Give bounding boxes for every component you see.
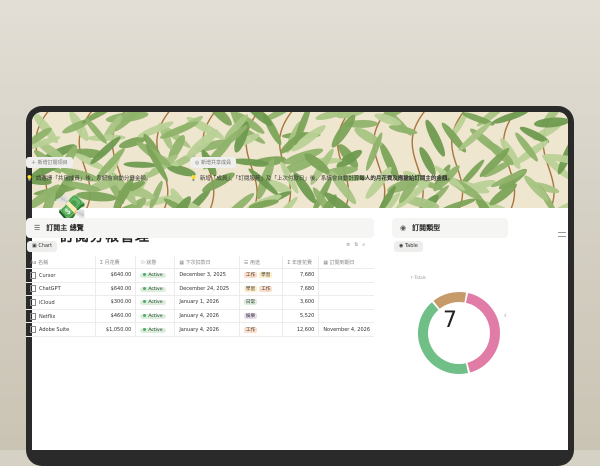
cell-monthly: $1,050.00 xyxy=(95,322,137,337)
section-title: 訂閱主 總覽 xyxy=(46,224,84,232)
cell-purpose: 學習 工作 xyxy=(239,282,284,297)
add-subscription-button[interactable]: ＋ 新增訂閱項目 xyxy=(26,157,73,168)
cell-monthly: $640.00 xyxy=(95,282,137,297)
list-icon: ☰ xyxy=(34,224,41,232)
cell-monthly: $640.00 xyxy=(95,268,137,283)
cell-yearly: 7,680 xyxy=(282,268,320,283)
table-header-row: Aa 名稱 Σ 月花費 ☉ 狀態 ▦ 下次扣款日 ☰ 用途 Σ 年度花費 ▦ 訂… xyxy=(26,256,374,269)
col-monthly[interactable]: Σ 月花費 xyxy=(95,256,137,269)
cell-purpose: 工作 xyxy=(239,322,284,337)
callout-text: 請選擇「共用成員」後，系統會自動分攤金額。 xyxy=(35,176,152,182)
callout-add-subscription: ＋ 新增訂閱項目 💡 請選擇「共用成員」後，系統會自動分攤金額。 xyxy=(26,157,151,182)
section-title: 訂閱類型 xyxy=(412,224,441,232)
status-badge: Active xyxy=(140,314,166,320)
status-badge: Active xyxy=(140,286,166,292)
page-icon xyxy=(30,326,36,334)
cell-expire xyxy=(318,295,374,310)
view-tools: ≡⇅⌕ xyxy=(346,242,369,248)
status-badge: Active xyxy=(140,273,166,279)
cell-expire xyxy=(318,282,374,297)
cell-yearly: 5,520 xyxy=(282,309,320,324)
table-row[interactable]: Adobe Suite $1,050.00 Active January 4, 202… xyxy=(26,322,374,337)
cell-status: Active xyxy=(135,268,176,283)
lightbulb-icon: 💡 xyxy=(190,176,197,182)
view-tab-chart[interactable]: ▣ Chart xyxy=(27,241,58,252)
lightbulb-icon: 💡 xyxy=(26,176,33,182)
cell-status: Active xyxy=(135,322,176,337)
view-tab-table[interactable]: ◉ Table xyxy=(394,241,423,252)
cell-expire: November 4, 2026 xyxy=(318,322,374,337)
cell-monthly: $460.00 xyxy=(95,309,137,324)
tag: 學習 xyxy=(243,285,258,292)
cell-status: Active xyxy=(135,295,176,310)
outline-icon[interactable] xyxy=(558,232,566,240)
cell-name[interactable]: ChatGPT xyxy=(26,282,96,297)
donut-side-label: 4 xyxy=(504,313,507,318)
cell-monthly: $300.00 xyxy=(95,295,137,310)
cell-name[interactable]: iCloud xyxy=(26,295,96,310)
table-row[interactable]: ChatGPT $640.00 Active December 24, 2025 學習工… xyxy=(26,282,374,297)
col-name[interactable]: Aa 名稱 xyxy=(26,256,96,269)
callout-text: 新增「成員」、「訂閱服務」及「上次付款日」後，系統會自動計算 xyxy=(199,176,360,182)
status-badge: Active xyxy=(140,327,166,333)
cell-purpose: 日常 xyxy=(239,295,284,310)
cell-purpose: 工作 學習 xyxy=(239,268,284,283)
section-owner-overview: ☰ 訂閱主 總覽 xyxy=(26,218,374,238)
donut-total: 7 xyxy=(443,308,457,333)
cell-purpose: 娛樂 xyxy=(239,309,284,324)
callout-bold-text: 每人的月花費及應繳給訂閱主的金額。 xyxy=(359,176,453,182)
col-status[interactable]: ☉ 狀態 xyxy=(135,256,176,269)
donut-chart[interactable] xyxy=(404,278,514,388)
tag: 工作 xyxy=(259,285,273,292)
table-row[interactable]: iCloud $300.00 Active January 1, 2026 日常 3,60… xyxy=(26,295,374,310)
search-icon[interactable]: ⌕ xyxy=(362,242,369,248)
cell-name[interactable]: Adobe Suite xyxy=(26,322,96,337)
donut-icon: ◉ xyxy=(400,224,407,232)
status-badge: Active xyxy=(140,300,166,306)
cell-next: January 1, 2026 xyxy=(174,295,240,310)
col-next[interactable]: ▦ 下次扣款日 xyxy=(174,256,240,269)
page-icon xyxy=(30,285,36,293)
page-icon xyxy=(30,298,36,306)
col-yearly[interactable]: Σ 年度花費 xyxy=(282,256,320,269)
tag: 日常 xyxy=(243,299,258,306)
cell-name[interactable]: Netflix xyxy=(26,309,96,324)
subscription-table: Aa 名稱 Σ 月花費 ☉ 狀態 ▦ 下次扣款日 ☰ 用途 Σ 年度花費 ▦ 訂… xyxy=(26,256,374,337)
page-icon xyxy=(30,271,36,279)
tag: 學習 xyxy=(259,272,273,279)
cell-next: January 4, 2026 xyxy=(174,322,240,337)
table-row[interactable]: Cursor $640.00 Active December 3, 2025 工作 學習 7… xyxy=(26,268,374,283)
donut-slice[interactable] xyxy=(433,292,467,309)
cell-next: December 24, 2025 xyxy=(174,282,240,297)
add-member-button[interactable]: ◎ 新增共享成員 xyxy=(190,157,236,168)
tag: 工作 xyxy=(243,272,258,279)
cell-status: Active xyxy=(135,309,176,324)
col-expire[interactable]: ▦ 訂閱到期日 xyxy=(318,256,374,269)
filter-icon[interactable]: ≡ xyxy=(346,242,354,248)
cell-expire xyxy=(318,268,374,283)
tag: 娛樂 xyxy=(243,313,258,320)
callout-add-member: ◎ 新增共享成員 💡 新增「成員」、「訂閱服務」及「上次付款日」後，系統會自動計算… xyxy=(190,157,453,182)
cell-yearly: 12,600 xyxy=(282,322,320,337)
cell-next: January 4, 2026 xyxy=(174,309,240,324)
cell-next: December 3, 2025 xyxy=(174,268,240,283)
cell-expire xyxy=(318,309,374,324)
cell-status: Active xyxy=(135,282,176,297)
table-row[interactable]: Netflix $460.00 Active January 4, 2026 娛樂 5,5… xyxy=(26,309,374,324)
cell-yearly: 7,680 xyxy=(282,282,320,297)
tag: 工作 xyxy=(243,326,258,333)
cell-yearly: 3,600 xyxy=(282,295,320,310)
section-subscription-types: ◉ 訂閱類型 xyxy=(392,218,508,238)
col-purpose[interactable]: ☰ 用途 xyxy=(239,256,284,269)
cell-name[interactable]: Cursor xyxy=(26,268,96,283)
page-icon xyxy=(30,312,36,320)
